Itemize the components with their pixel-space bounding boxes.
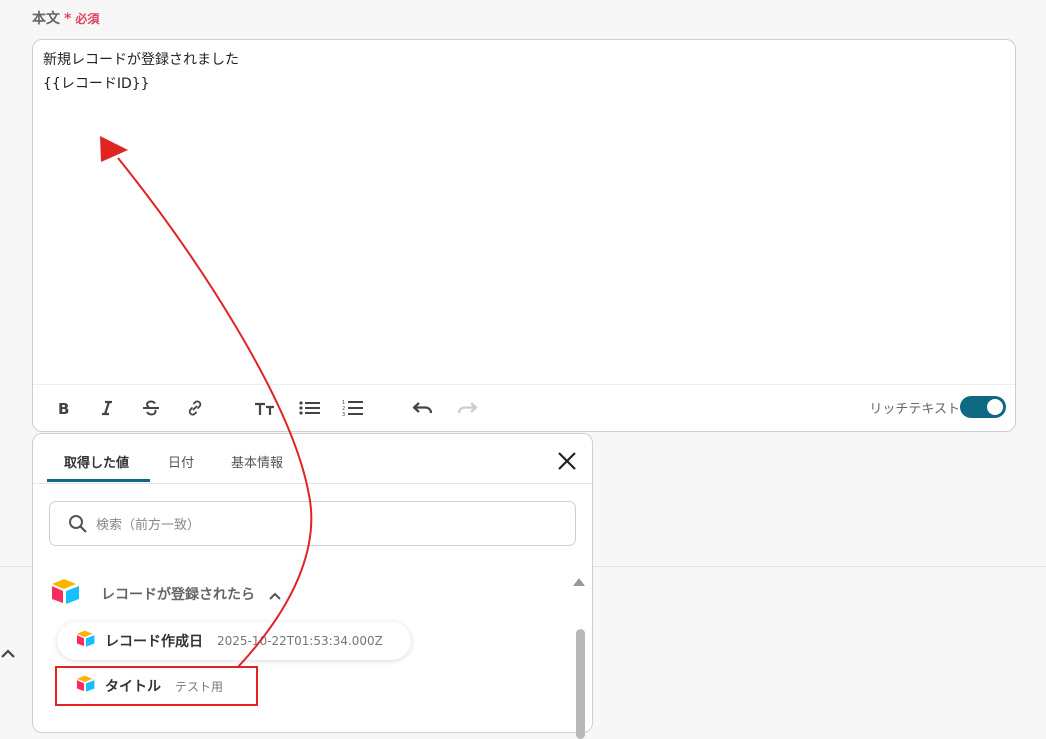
scroll-up-arrow-icon[interactable] — [573, 571, 585, 590]
link-icon[interactable] — [183, 397, 207, 419]
bold-icon[interactable]: B — [51, 397, 75, 419]
chip-value: 2025-10-22T01:53:34.000Z — [217, 634, 383, 648]
chevron-up-icon[interactable] — [269, 585, 281, 604]
editor-line-2: {{レコードID}} — [43, 76, 150, 92]
chip-name: レコード作成日 — [105, 634, 203, 650]
group-label: レコードが登録されたら — [101, 587, 255, 603]
required-star: * — [64, 11, 72, 27]
active-tab-indicator — [47, 479, 150, 482]
redo-icon — [455, 397, 479, 419]
chip-name: タイトル — [105, 679, 161, 695]
svg-text:B: B — [58, 400, 69, 416]
close-icon[interactable] — [556, 450, 578, 472]
editor-line-1: 新規レコードが登録されました — [43, 52, 239, 68]
section-divider — [593, 566, 1046, 567]
variable-chip-title[interactable]: タイトル テスト用 — [55, 666, 258, 706]
toggle-knob — [987, 399, 1003, 415]
italic-icon[interactable] — [95, 397, 119, 419]
airtable-icon — [49, 577, 83, 611]
body-editor[interactable]: 新規レコードが登録されました {{レコードID}} B 123 リッチテキスト — [32, 39, 1016, 432]
chip-value: テスト用 — [175, 679, 224, 694]
section-divider-left — [0, 566, 32, 567]
popup-tabs: 取得した値 日付 基本情報 — [33, 434, 592, 484]
variable-chip-created-date[interactable]: レコード作成日 2025-10-22T01:53:34.000Z — [57, 622, 411, 660]
rich-text-label: リッチテキスト — [869, 402, 960, 417]
editor-toolbar: B 123 リッチテキスト — [33, 384, 1015, 431]
rich-text-toggle[interactable] — [960, 396, 1006, 418]
variable-picker-popup: 取得した値 日付 基本情報 レコードが登録されたら レコード作成日 2025-1… — [32, 433, 593, 739]
airtable-icon — [75, 674, 97, 698]
editor-content[interactable]: 新規レコードが登録されました {{レコードID}} — [43, 48, 239, 96]
chevron-up-icon[interactable] — [0, 646, 16, 665]
search-input[interactable] — [94, 512, 558, 538]
strikethrough-icon[interactable] — [139, 397, 163, 419]
search-field[interactable] — [49, 501, 576, 546]
field-label: 本文 — [32, 11, 60, 27]
trigger-group-header[interactable]: レコードが登録されたら — [49, 577, 281, 611]
svg-text:3: 3 — [342, 412, 345, 417]
scrollbar-thumb[interactable] — [576, 629, 585, 739]
undo-icon[interactable] — [411, 397, 435, 419]
required-text: 必須 — [75, 12, 100, 26]
bullet-list-icon[interactable] — [298, 397, 322, 419]
text-size-icon[interactable] — [253, 397, 277, 419]
numbered-list-icon[interactable]: 123 — [341, 397, 365, 419]
field-label-row: 本文 * 必須 — [32, 8, 99, 28]
tab-basic-info[interactable]: 基本情報 — [231, 452, 283, 471]
airtable-icon — [75, 629, 97, 653]
search-icon — [68, 514, 88, 538]
tab-retrieved-values[interactable]: 取得した値 — [64, 452, 129, 471]
tab-date[interactable]: 日付 — [168, 452, 194, 471]
